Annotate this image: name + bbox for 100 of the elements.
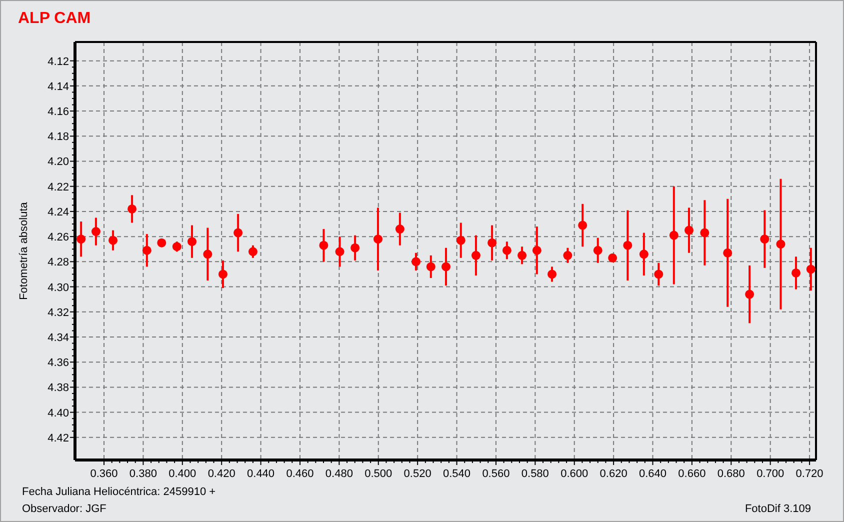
- software-version: FotoDif 3.109: [744, 502, 811, 514]
- point: [518, 250, 527, 260]
- data-point: [518, 246, 527, 264]
- data-point: [128, 195, 137, 223]
- point: [188, 237, 196, 246]
- data-point: [108, 230, 118, 250]
- point: [723, 248, 732, 258]
- data-point: [548, 266, 557, 282]
- x-tick-label: 0.540: [443, 468, 471, 480]
- x-tick-label: 0.600: [560, 468, 588, 480]
- x-tick-label: 0.560: [482, 468, 510, 480]
- point: [91, 227, 100, 236]
- point: [639, 250, 648, 259]
- point: [623, 240, 632, 250]
- y-tick-label: 4.32: [48, 306, 69, 319]
- data-point: [335, 236, 344, 267]
- point: [593, 246, 602, 255]
- point: [776, 240, 786, 249]
- data-point: [395, 212, 404, 246]
- point: [395, 224, 404, 234]
- point: [700, 228, 710, 238]
- y-tick-label: 4.24: [48, 206, 69, 218]
- data-point: [563, 248, 572, 263]
- data-point: [319, 229, 328, 262]
- point: [203, 250, 212, 259]
- y-tick-label: 4.20: [48, 156, 69, 168]
- data-point: [248, 245, 258, 258]
- point: [108, 236, 118, 245]
- data-point: [745, 265, 754, 324]
- point: [745, 290, 754, 299]
- point: [128, 204, 137, 214]
- data-point: [426, 255, 436, 278]
- y-tick-label: 4.22: [48, 181, 69, 194]
- data-point: [350, 235, 360, 260]
- data-point: [532, 226, 542, 274]
- y-tick-label: 4.36: [48, 357, 69, 370]
- point: [471, 250, 480, 260]
- chart-title: ALP CAM: [17, 9, 92, 29]
- data-point: [639, 232, 648, 276]
- y-tick-label: 4.16: [48, 106, 69, 118]
- x-tick-label: 0.520: [404, 468, 432, 480]
- observer-label: Observador: JGF: [22, 502, 106, 514]
- data-point: [188, 225, 196, 258]
- data-point: [203, 228, 212, 280]
- data-point: [142, 234, 152, 267]
- x-tick-label: 0.420: [208, 468, 236, 480]
- point: [578, 220, 588, 230]
- x-tick-label: 0.400: [168, 468, 196, 480]
- point: [350, 243, 360, 252]
- point: [502, 246, 512, 255]
- data-point: [700, 200, 710, 266]
- x-tick-label: 0.700: [756, 468, 784, 480]
- y-tick-label: 4.18: [48, 131, 69, 144]
- x-tick-label: 0.620: [600, 468, 628, 480]
- y-tick-label: 4.40: [48, 407, 69, 420]
- y-tick-label: 4.38: [48, 382, 69, 394]
- point: [532, 246, 542, 255]
- y-axis-label: Fotometría absoluta: [18, 202, 30, 300]
- data-point: [234, 214, 243, 252]
- data-point: [578, 204, 588, 247]
- point: [426, 262, 436, 272]
- point: [412, 257, 421, 266]
- x-tick-label: 0.720: [796, 468, 824, 480]
- point: [760, 234, 770, 244]
- x-tick-label: 0.440: [247, 468, 275, 480]
- y-tick-label: 4.30: [48, 282, 69, 294]
- point: [248, 247, 258, 256]
- data-point: [608, 253, 618, 262]
- data-point: [488, 225, 497, 260]
- point: [218, 270, 228, 279]
- point: [142, 246, 152, 255]
- y-tick-label: 4.14: [48, 80, 69, 93]
- data-point: [91, 218, 100, 246]
- x-tick-label: 0.460: [286, 468, 314, 480]
- point: [669, 230, 678, 240]
- data-point: [471, 235, 480, 276]
- x-tick-label: 0.660: [678, 468, 706, 480]
- data-point: [76, 222, 86, 257]
- point: [792, 268, 801, 278]
- point: [488, 238, 497, 248]
- x-tick-label: 0.360: [90, 468, 118, 480]
- data-point: [654, 262, 664, 286]
- data-point: [456, 222, 466, 258]
- point: [319, 240, 328, 250]
- point: [806, 264, 816, 274]
- x-axis-label: Fecha Juliana Heliocéntrica: 2459910 +: [22, 486, 216, 498]
- y-tick-label: 4.12: [48, 56, 69, 68]
- point: [684, 226, 694, 235]
- point: [563, 250, 572, 260]
- x-tick-label: 0.680: [717, 468, 745, 480]
- data-point: [792, 256, 800, 290]
- point: [548, 270, 557, 279]
- x-tick-label: 0.640: [638, 468, 667, 480]
- point: [654, 270, 664, 279]
- x-tick-label: 0.580: [521, 468, 549, 480]
- data-point: [760, 210, 770, 268]
- data-point: [806, 248, 816, 291]
- data-point: [502, 242, 512, 260]
- data-point: [442, 248, 450, 286]
- y-tick-label: 4.42: [48, 432, 69, 444]
